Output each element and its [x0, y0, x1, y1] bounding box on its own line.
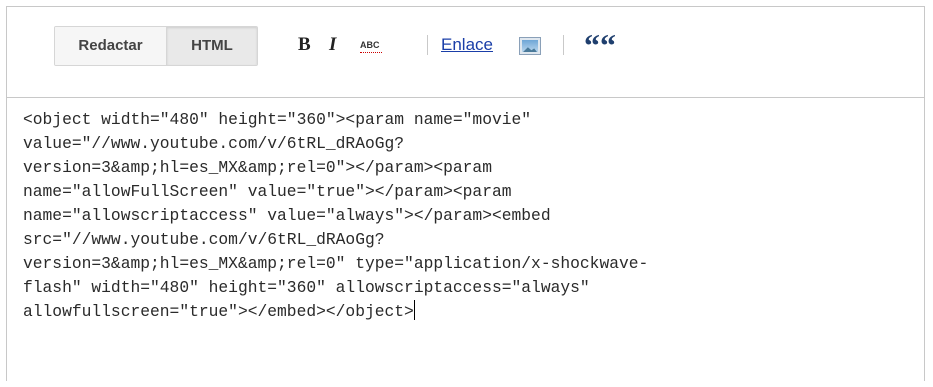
link-button[interactable]: Enlace — [441, 30, 493, 60]
code-line: allowfullscreen="true"></embed></object> — [23, 302, 414, 321]
code-line: version=3&amp;hl=es_MX&amp;rel=0"></para… — [23, 158, 492, 177]
code-line: name="allowFullScreen" value="true"></pa… — [23, 182, 512, 201]
spellcheck-label: ABC — [360, 40, 380, 50]
italic-button[interactable]: I — [329, 30, 336, 60]
code-line: value="//www.youtube.com/v/6tRL_dRAoGg? — [23, 134, 405, 153]
editor-toolbar: Redactar HTML B I ABC Enlace ““ — [7, 7, 924, 97]
post-editor: Redactar HTML B I ABC Enlace ““ <object … — [6, 6, 925, 382]
compose-mode-button[interactable]: Redactar — [55, 27, 167, 65]
quote-button[interactable]: ““ — [584, 28, 616, 62]
text-caret — [413, 300, 415, 320]
code-line: flash" width="480" height="360" allowscr… — [23, 278, 590, 297]
html-code-text[interactable]: <object width="480" height="360"><param … — [23, 108, 903, 324]
toolbar-separator — [427, 35, 428, 55]
html-mode-button[interactable]: HTML — [167, 27, 257, 65]
image-icon[interactable] — [519, 37, 541, 55]
code-line: <object width="480" height="360"><param … — [23, 110, 532, 129]
spellcheck-button[interactable]: ABC — [360, 30, 382, 60]
toolbar-separator — [563, 35, 564, 55]
code-line: name="allowscriptaccess" value="always">… — [23, 206, 551, 225]
html-editor-area[interactable]: <object width="480" height="360"><param … — [7, 97, 924, 382]
editor-mode-group: Redactar HTML — [54, 26, 258, 66]
bold-button[interactable]: B — [298, 30, 311, 60]
code-line: src="//www.youtube.com/v/6tRL_dRAoGg? — [23, 230, 385, 249]
code-line: version=3&amp;hl=es_MX&amp;rel=0" type="… — [23, 254, 649, 273]
